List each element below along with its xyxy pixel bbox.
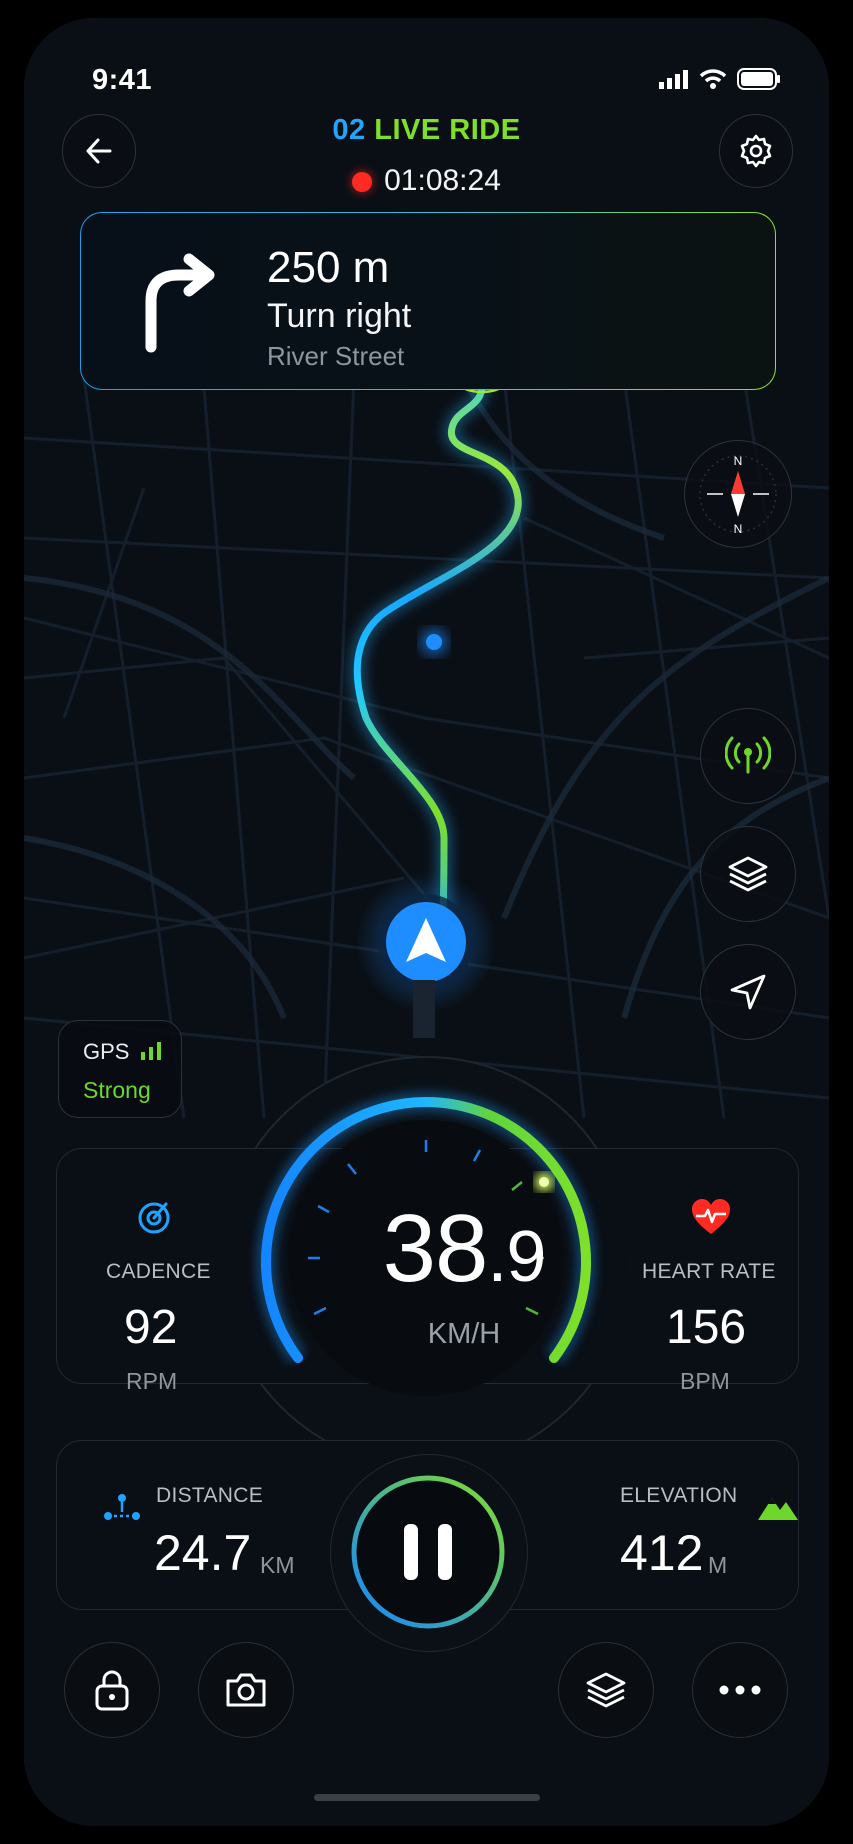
turn-right-icon [145,253,215,353]
distance-icon [104,1494,140,1520]
recording-dot-icon [352,172,373,192]
turn-distance: 250 m [267,243,390,292]
battery-icon [737,68,780,90]
heart-icon [692,1199,730,1234]
distance-unit: KM [260,1552,295,1578]
layers-button[interactable] [558,1642,654,1738]
distance-value: 24.7 [154,1525,252,1581]
elevation-label: ELEVATION [620,1484,738,1507]
speed-unit: KM/H [427,1318,501,1350]
more-icon [719,1685,761,1695]
phone-screen: 9:41 02 LIVE RIDE 01:08:24 250 m Turn ri… [24,18,829,1826]
cadence-unit: RPM [126,1368,178,1394]
turn-instruction-card[interactable]: 250 m Turn right River Street [80,212,776,390]
map-layers-button[interactable] [700,826,796,922]
heart-rate-unit: BPM [680,1368,730,1394]
turn-instruction: Turn right [267,297,412,335]
waypoint-marker [420,628,448,656]
cadence-value: 92 [124,1301,178,1354]
compass-icon: N N [699,454,777,536]
pause-button[interactable] [348,1472,508,1632]
locate-arrow-icon [730,974,766,1010]
speed-value: 38.9 [284,1194,644,1304]
street-name: River Street [267,341,405,371]
more-button[interactable] [692,1642,788,1738]
heart-rate-label: HEART RATE [642,1260,776,1283]
title-number: 02 [332,114,366,146]
layers-icon [586,1672,626,1708]
lock-button[interactable] [64,1642,160,1738]
gps-label: GPS [83,1039,130,1064]
lock-icon [95,1670,129,1711]
speed-integer: 38 [382,1195,489,1302]
gps-bars-icon [140,1042,161,1060]
heart-rate-value: 156 [666,1301,747,1354]
compass-button[interactable]: N N [684,440,792,548]
home-indicator[interactable] [314,1794,540,1801]
status-bar: 9:41 [24,62,829,102]
current-location-icon [386,902,466,982]
gps-strength: Strong [83,1077,151,1103]
signal-icon [725,736,771,774]
status-time: 9:41 [92,64,153,96]
gear-icon [740,134,772,168]
elevation-unit: M [708,1552,728,1578]
title-text: LIVE RIDE [374,114,521,146]
page-title: 02 LIVE RIDE [24,114,829,147]
cadence-icon [138,1202,170,1234]
elevation-value: 412 [620,1525,704,1581]
cadence-label: CADENCE [106,1260,211,1283]
distance-label: DISTANCE [156,1484,264,1507]
compass-south-label: N [734,522,743,536]
speed-decimal: .9 [487,1217,546,1297]
ride-timer: 01:08:24 [24,164,829,198]
signal-button[interactable] [700,708,796,804]
camera-icon [226,1673,266,1707]
timer-value: 01:08:24 [384,164,501,197]
recenter-button[interactable] [700,944,796,1040]
settings-button[interactable] [719,114,793,188]
cellular-signal-icon [659,70,688,89]
mountain-icon [758,1498,798,1520]
gps-status-badge: GPS Strong [58,1020,182,1118]
compass-north-label: N [734,454,743,468]
layers-icon [728,856,768,892]
wifi-icon [699,69,727,89]
camera-button[interactable] [198,1642,294,1738]
